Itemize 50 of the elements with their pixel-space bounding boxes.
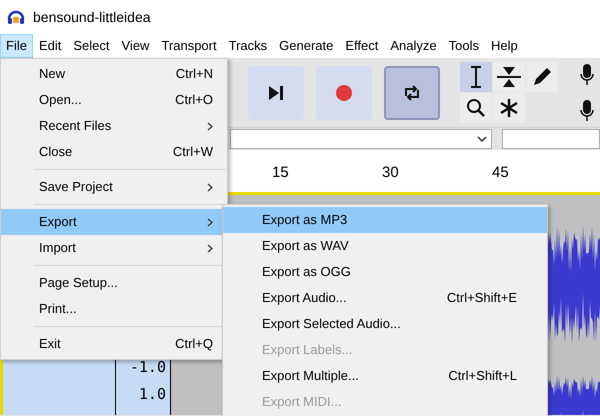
menu-item[interactable]: Edit — [32, 34, 68, 58]
menu-item[interactable]: Generate — [273, 34, 340, 58]
window-title: bensound-littleidea — [33, 8, 151, 26]
menu-entry[interactable]: New Ctrl+N — [1, 61, 227, 87]
loop-icon — [403, 84, 421, 102]
skip-to-end-button[interactable] — [248, 66, 304, 120]
draw-tool[interactable] — [526, 62, 558, 92]
multi-tool[interactable] — [493, 93, 525, 123]
envelope-icon — [497, 66, 521, 88]
chevron-down-icon — [476, 136, 487, 142]
menu-item[interactable]: Transport — [155, 34, 223, 58]
menu-entry[interactable]: Export Audio... Ctrl+Shift+E — [223, 285, 547, 311]
asterisk-icon — [499, 98, 519, 118]
ruler-label: 45 — [492, 163, 510, 183]
menu-item[interactable]: View — [116, 34, 156, 58]
skip-to-end-icon — [268, 86, 284, 100]
zoom-tool[interactable] — [460, 93, 492, 123]
menu-entry[interactable]: Save Project — [1, 174, 227, 200]
menu-item[interactable]: Tracks — [222, 34, 274, 58]
menu-item[interactable]: Select — [67, 34, 116, 58]
ruler-label: 15 — [272, 163, 290, 183]
loop-button[interactable] — [384, 66, 440, 120]
chevron-right-icon — [207, 122, 213, 130]
menu-item[interactable]: Effect — [339, 34, 384, 58]
pencil-icon — [532, 67, 552, 87]
menu-entry[interactable]: Export as MP3 — [223, 207, 547, 233]
headphones-icon — [7, 9, 25, 25]
chevron-right-icon — [207, 218, 213, 226]
menu-entry[interactable]: Export Selected Audio... — [223, 311, 547, 337]
menu-entry[interactable]: Export as OGG — [223, 259, 547, 285]
menu-item[interactable]: File — [0, 34, 33, 58]
menu-entry[interactable]: Export as WAV — [223, 233, 547, 259]
microphone-icon[interactable] — [580, 100, 594, 122]
menu-item[interactable]: Tools — [442, 34, 485, 58]
chevron-right-icon — [207, 244, 213, 252]
chevron-right-icon — [207, 182, 213, 192]
menu-entry[interactable]: Recent Files — [1, 113, 227, 139]
menu-entry[interactable]: Open... Ctrl+O — [1, 87, 227, 113]
selection-tool[interactable] — [460, 62, 492, 92]
microphone-icon[interactable] — [580, 64, 594, 86]
i-beam-icon — [470, 66, 482, 88]
magnifier-icon — [466, 98, 486, 118]
menu-entry[interactable]: Export Multiple... Ctrl+Shift+L — [223, 363, 547, 389]
menu-entry[interactable]: Close Ctrl+W — [1, 139, 227, 165]
menu-item[interactable]: Help — [484, 34, 524, 58]
envelope-tool[interactable] — [493, 62, 525, 92]
record-button[interactable] — [316, 66, 372, 120]
ruler-label: 30 — [382, 163, 400, 183]
record-icon — [335, 84, 353, 102]
menu-item[interactable]: Analyze — [384, 34, 443, 58]
